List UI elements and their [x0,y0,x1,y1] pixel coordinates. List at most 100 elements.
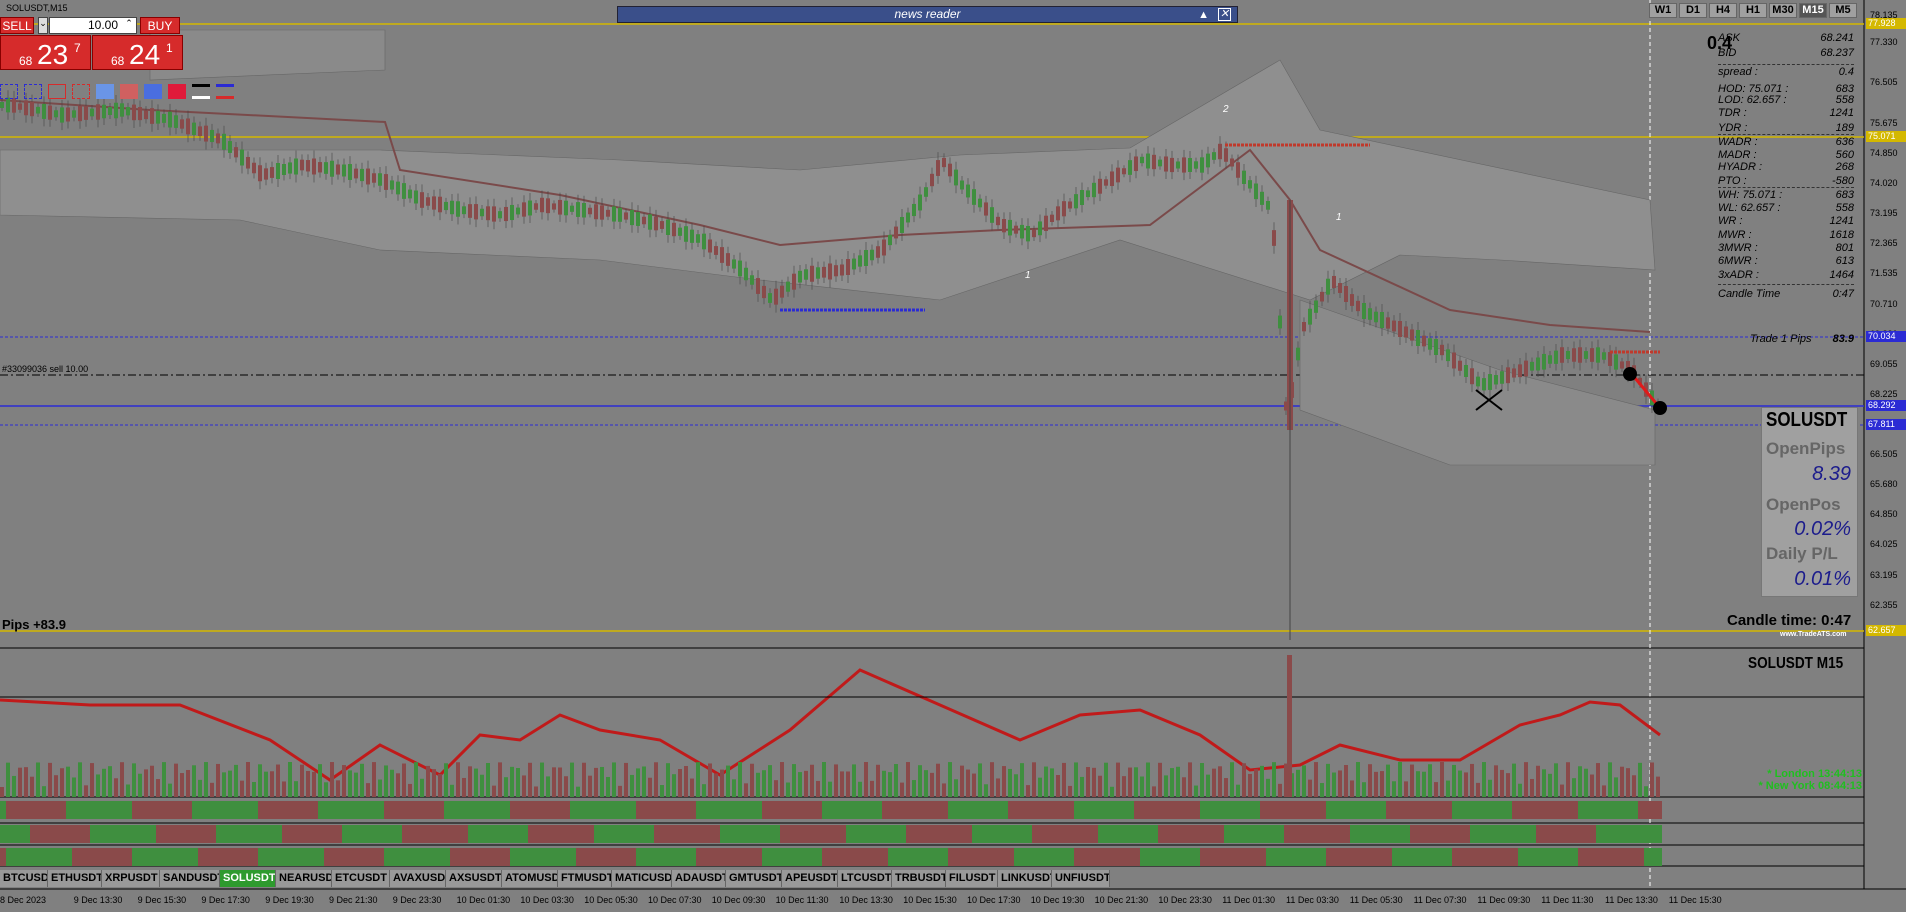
symbol-tab-btcusdt[interactable]: BTCUSDT [0,870,48,887]
heatmap-cell [750,848,756,866]
close-icon[interactable]: ✕ [1218,8,1231,21]
symbol-tab-sandusdt[interactable]: SANDUSDT [160,870,220,887]
info-value: 268 [1835,161,1854,173]
symbol-tab-axsusdt[interactable]: AXSUSDT [446,870,502,887]
timeframe-m15-button[interactable]: M15 [1799,3,1827,18]
heatmap-cell [318,825,324,843]
tool-fill-red-icon[interactable] [168,84,186,99]
symbol-tab-avaxusdt[interactable]: AVAXUSDT [390,870,446,887]
heatmap-cell [1512,848,1518,866]
heatmap-cell [246,848,252,866]
heatmap-cell [456,801,462,819]
heatmap-cell [570,848,576,866]
candle-body [96,104,100,120]
heatmap-cell [474,848,480,866]
candle-body [1302,322,1306,332]
volume-bar [1608,762,1612,797]
heatmap-cell [1632,801,1638,819]
sell-price-box[interactable]: 68 23 7 [0,35,91,70]
tool-line-blue-icon[interactable] [216,84,234,99]
heatmap-cell [1596,848,1602,866]
symbol-tab-maticusdt[interactable]: MATICUSDT [612,870,672,887]
tool-fill-salmon-icon[interactable] [120,84,138,99]
candle-body [918,194,922,211]
heatmap-cell [1332,848,1338,866]
symbol-tab-xrpusdt[interactable]: XRPUSDT [102,870,160,887]
chart-canvas[interactable] [0,0,1906,912]
heatmap-cell [1476,848,1482,866]
candle-body [816,267,820,279]
buy-price-box[interactable]: 68 24 1 [92,35,183,70]
heatmap-cell [762,848,768,866]
timeframe-w1-button[interactable]: W1 [1649,3,1677,18]
timeframe-h1-button[interactable]: H1 [1739,3,1767,18]
heatmap-cell [882,801,888,819]
volume-bar [996,778,1000,797]
swing-marker-label: 2 [1223,104,1229,115]
order-line-label[interactable]: #33099036 sell 10.00 [2,364,88,374]
timeframe-d1-button[interactable]: D1 [1679,3,1707,18]
lot-decrease-icon[interactable]: ⌄ [38,17,48,34]
symbol-tab-trbusdt[interactable]: TRBUSDT [892,870,946,887]
volume-bar [300,764,304,797]
lot-increase-icon[interactable]: ⌃ [123,18,135,33]
candle-body [1128,160,1132,175]
heatmap-cell [846,801,852,819]
buy-button[interactable]: BUY [140,17,180,34]
symbol-tab-apeusdt[interactable]: APEUSDT [782,870,838,887]
heatmap-cell [1320,801,1326,819]
symbol-tab-ethusdt[interactable]: ETHUSDT [48,870,102,887]
symbol-tab-etcusdt[interactable]: ETCUSDT [332,870,390,887]
volume-bar [1644,786,1648,797]
candle-body [666,219,670,235]
symbol-tab-linkusdt[interactable]: LINKUSDT [998,870,1052,887]
timeframe-h4-button[interactable]: H4 [1709,3,1737,18]
symbol-tab-adausdt[interactable]: ADAUSDT [672,870,726,887]
symbol-tab-gmtusdt[interactable]: GMTUSDT [726,870,782,887]
symbol-tab-filusdt[interactable]: FILUSDT [946,870,998,887]
heatmap-cell [1548,825,1554,843]
heatmap-cell [1236,825,1242,843]
symbol-tab-solusdt[interactable]: SOLUSDT [220,870,276,887]
candle-body [834,265,838,277]
symbol-tab-nearusdt[interactable]: NEARUSDT [276,870,332,887]
symbol-tab-ltcusdt[interactable]: LTCUSDT [838,870,892,887]
drawing-tools-palette [0,84,234,99]
heatmap-cell [606,825,612,843]
heatmap-cell [42,825,48,843]
news-reader-bar[interactable]: news reader ▲ ✕ [617,6,1238,23]
volume-bar [282,781,286,797]
tool-rect-blue-icon[interactable] [0,84,18,99]
heatmap-cell [6,848,12,866]
tool-rect-red-dashed-icon[interactable] [72,84,90,99]
symbol-tab-unfiusdt[interactable]: UNFIUSDT [1052,870,1110,887]
timeframe-m30-button[interactable]: M30 [1769,3,1797,18]
timeframe-m5-button[interactable]: M5 [1829,3,1857,18]
tool-fill-blue-icon[interactable] [144,84,162,99]
heatmap-cell [1650,825,1656,843]
tool-line-black-icon[interactable] [192,84,210,99]
heatmap-cell [714,801,720,819]
heatmap-cell [1554,825,1560,843]
heatmap-cell [528,825,534,843]
heatmap-cell [720,825,726,843]
heatmap-cell [144,801,150,819]
heatmap-cell [1470,801,1476,819]
tool-fill-lightblue-icon[interactable] [96,84,114,99]
symbol-tab-ftmusdt[interactable]: FTMUSDT [558,870,612,887]
volume-bar [1536,765,1540,797]
tool-rect-blue-dashed-icon[interactable] [24,84,42,99]
heatmap-cell [1368,825,1374,843]
symbol-tab-atomusdt[interactable]: ATOMUSDT [502,870,558,887]
collapse-icon[interactable]: ▲ [1198,8,1209,23]
heatmap-cell [288,848,294,866]
heatmap-cell [1104,848,1110,866]
tool-rect-red-icon[interactable] [48,84,66,99]
candle-body [444,201,448,211]
volume-bar [414,762,418,797]
volume-bar [1650,762,1654,797]
heatmap-cell [576,825,582,843]
heatmap-cell [594,848,600,866]
heatmap-cell [1362,848,1368,866]
sell-button[interactable]: SELL [0,17,34,34]
